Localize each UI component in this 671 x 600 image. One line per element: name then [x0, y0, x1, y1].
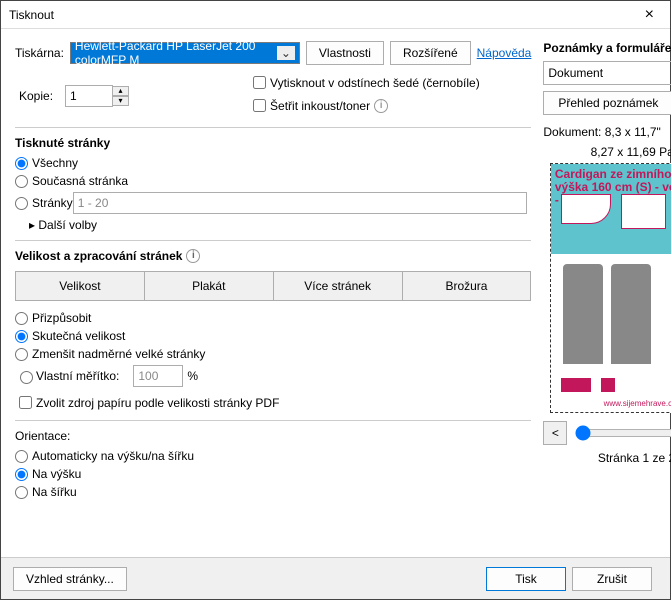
printer-dropdown[interactable]: Hewlett-Packard HP LaserJet 200 colorMFP… [70, 42, 300, 64]
orient-landscape-label: Na šířku [32, 485, 77, 499]
pages-all-label: Všechny [32, 156, 78, 170]
comments-title: Poznámky a formuláře [543, 41, 671, 55]
help-link[interactable]: Nápověda [477, 46, 532, 60]
save-ink-checkbox[interactable] [253, 99, 266, 112]
pct-label: % [187, 369, 198, 383]
preview-site: www.sijemehrave.cz [551, 399, 671, 408]
save-ink-label: Šetřit inkoust/toner [270, 99, 370, 113]
printer-value: Hewlett-Packard HP LaserJet 200 colorMFP… [75, 39, 277, 67]
paper-source-label: Zvolit zdroj papíru podle velikosti strá… [36, 396, 279, 410]
pages-range-input[interactable] [73, 192, 528, 214]
pages-current-label: Současná stránka [32, 174, 128, 188]
copies-spin-down[interactable]: ▾ [113, 96, 129, 106]
advanced-button[interactable]: Rozšířené [390, 41, 471, 65]
booklet-tab[interactable]: Brožura [403, 272, 531, 300]
comments-dropdown[interactable]: Dokument ⌄ [543, 61, 671, 85]
pages-section-title: Tisknuté stránky [15, 136, 531, 150]
preview-page-label: Stránka 1 ze 20 [543, 451, 671, 465]
paper-source-checkbox[interactable] [19, 396, 32, 409]
copies-label: Kopie: [19, 89, 53, 103]
doc-size-label: Dokument: 8,3 x 11,7" [543, 125, 671, 139]
comments-value: Dokument [548, 66, 603, 80]
preview-slider[interactable] [575, 425, 671, 441]
page-setup-button[interactable]: Vzhled stránky... [13, 567, 127, 591]
info-icon[interactable]: i [186, 249, 200, 263]
custom-scale-input[interactable] [133, 365, 183, 387]
orient-portrait-label: Na výšku [32, 467, 81, 481]
sizing-title: Velikost a zpracování stránek [15, 249, 182, 263]
fit-radio[interactable] [15, 312, 28, 325]
orient-landscape-radio[interactable] [15, 486, 28, 499]
window-title: Tisknout [9, 8, 637, 22]
orient-auto-radio[interactable] [15, 450, 28, 463]
summarize-comments-button[interactable]: Přehled poznámek [543, 91, 671, 115]
multiple-tab[interactable]: Více stránek [274, 272, 403, 300]
pages-range-label: Stránky [32, 196, 73, 210]
pages-range-radio[interactable] [15, 197, 28, 210]
close-icon[interactable]: × [637, 6, 662, 24]
orient-auto-label: Automaticky na výšku/na šířku [32, 449, 194, 463]
custom-scale-radio[interactable] [20, 371, 33, 384]
print-preview: Cardigan ze zimního softshelu výška 160 … [550, 163, 671, 413]
printer-label: Tiskárna: [15, 46, 64, 60]
size-tab[interactable]: Velikost [16, 272, 145, 300]
print-button[interactable]: Tisk [486, 567, 566, 591]
orient-portrait-radio[interactable] [15, 468, 28, 481]
grayscale-checkbox[interactable] [253, 76, 266, 89]
more-options-toggle[interactable]: Další volby [15, 218, 531, 232]
preview-prev-button[interactable]: < [543, 421, 567, 445]
shrink-radio[interactable] [15, 348, 28, 361]
pages-current-radio[interactable] [15, 175, 28, 188]
pages-all-radio[interactable] [15, 157, 28, 170]
cancel-button[interactable]: Zrušit [572, 567, 652, 591]
orientation-title: Orientace: [15, 429, 531, 443]
grayscale-label: Vytisknout v odstínech šedé (černobíle) [270, 76, 480, 90]
page-size-label: 8,27 x 11,69 Palce [543, 145, 671, 159]
copies-input[interactable] [65, 85, 113, 107]
copies-spin-up[interactable]: ▴ [113, 86, 129, 96]
chevron-down-icon: ⌄ [277, 46, 295, 60]
actual-radio[interactable] [15, 330, 28, 343]
fit-label: Přizpůsobit [32, 311, 91, 325]
properties-button[interactable]: Vlastnosti [306, 41, 384, 65]
custom-scale-label: Vlastní měřítko: [36, 369, 119, 383]
shrink-label: Zmenšit nadměrné velké stránky [32, 347, 205, 361]
info-icon[interactable]: i [374, 99, 388, 113]
poster-tab[interactable]: Plakát [145, 272, 274, 300]
actual-label: Skutečná velikost [32, 329, 125, 343]
